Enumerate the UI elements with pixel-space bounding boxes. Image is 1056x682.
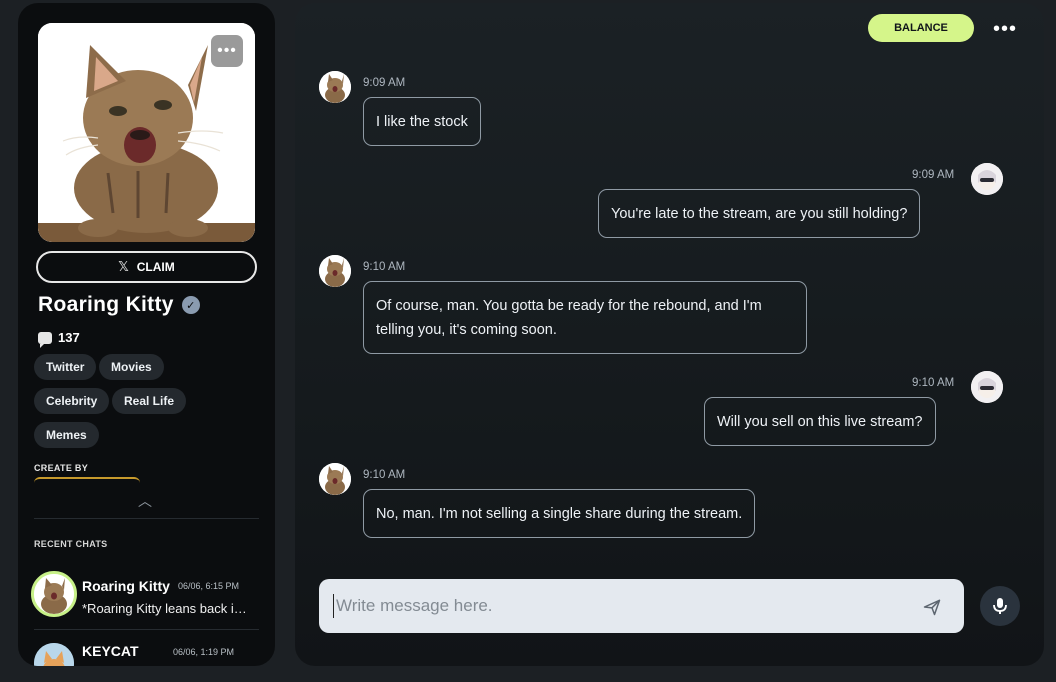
message-count-value: 137	[58, 330, 80, 345]
send-icon[interactable]	[922, 597, 942, 617]
recent-chat-avatar	[34, 643, 74, 666]
create-by-label: CREATE BY	[34, 463, 89, 473]
message-time: 9:10 AM	[912, 377, 955, 389]
balance-button[interactable]: BALANCE	[868, 14, 974, 42]
tag-twitter[interactable]: Twitter	[34, 354, 97, 380]
message-time: 9:10 AM	[363, 261, 406, 273]
character-sidebar: ••• 𝕏 CLAIM Roaring Kitty ✓ 137 Twitter …	[18, 3, 275, 666]
claim-button[interactable]: 𝕏 CLAIM	[36, 251, 257, 283]
tag-real-life[interactable]: Real Life	[112, 388, 187, 414]
recent-chat-name: Roaring Kitty	[82, 578, 170, 594]
recent-chats-label: RECENT CHATS	[34, 539, 108, 549]
user-avatar	[971, 163, 1003, 195]
bot-avatar	[319, 463, 351, 495]
message-time: 9:09 AM	[363, 77, 406, 89]
x-logo-icon: 𝕏	[118, 259, 129, 274]
message-text: You're late to the stream, are you still…	[611, 206, 908, 222]
bot-avatar	[319, 255, 351, 287]
user-avatar	[971, 371, 1003, 403]
recent-chat-avatar	[31, 571, 77, 617]
bot-message-bubble: I like the stock	[363, 97, 481, 146]
tag-celebrity[interactable]: Celebrity	[34, 388, 110, 414]
more-icon: •••	[217, 42, 237, 59]
recent-divider	[34, 629, 259, 630]
message-text: I like the stock	[376, 114, 468, 130]
recent-chat-time: 06/06, 1:19 PM	[173, 647, 235, 657]
message-time: 9:10 AM	[363, 469, 406, 481]
user-message-bubble: Will you sell on this live stream?	[704, 397, 936, 446]
claim-label: CLAIM	[136, 260, 175, 274]
message-text: No, man. I'm not selling a single share …	[376, 506, 743, 522]
message-text: Of course, man. You gotta be ready for t…	[376, 298, 762, 338]
character-name-row: Roaring Kitty ✓	[38, 293, 200, 317]
character-avatar: •••	[38, 23, 255, 242]
creator-card[interactable]	[34, 477, 140, 485]
message-composer	[319, 579, 964, 633]
tag-memes[interactable]: Memes	[34, 422, 99, 448]
character-name: Roaring Kitty	[38, 293, 174, 316]
bot-message-bubble: Of course, man. You gotta be ready for t…	[363, 281, 807, 354]
tag-movies[interactable]: Movies	[99, 354, 164, 380]
message-count: 137	[38, 330, 80, 348]
bot-message-bubble: No, man. I'm not selling a single share …	[363, 489, 756, 538]
microphone-button[interactable]	[980, 586, 1020, 626]
recent-chat-item[interactable]: Roaring Kitty 06/06, 6:15 PM *Roaring Ki…	[18, 571, 275, 621]
chat-panel: BALANCE ••• 9:09 AM I like the stock 9:0…	[295, 3, 1044, 666]
recent-chat-time: 06/06, 6:15 PM	[178, 581, 240, 591]
message-input[interactable]	[333, 594, 903, 618]
user-message-bubble: You're late to the stream, are you still…	[598, 189, 921, 238]
message-time: 9:09 AM	[912, 169, 955, 181]
microphone-icon	[993, 598, 1007, 614]
chat-bubble-icon	[38, 331, 52, 348]
verified-badge-icon: ✓	[181, 296, 200, 314]
character-more-button[interactable]: •••	[211, 35, 243, 67]
chat-menu-button[interactable]: •••	[991, 17, 1019, 41]
bot-avatar	[319, 71, 351, 103]
message-text: Will you sell on this live stream?	[717, 414, 923, 430]
chevron-up-icon[interactable]: ︿	[138, 491, 152, 511]
recent-chat-item[interactable]: KEYCAT 06/06, 1:19 PM	[18, 639, 275, 666]
sidebar-divider	[34, 518, 259, 519]
recent-chat-preview: *Roaring Kitty leans back in his chair*	[82, 601, 252, 616]
recent-chat-name: KEYCAT	[82, 643, 139, 659]
